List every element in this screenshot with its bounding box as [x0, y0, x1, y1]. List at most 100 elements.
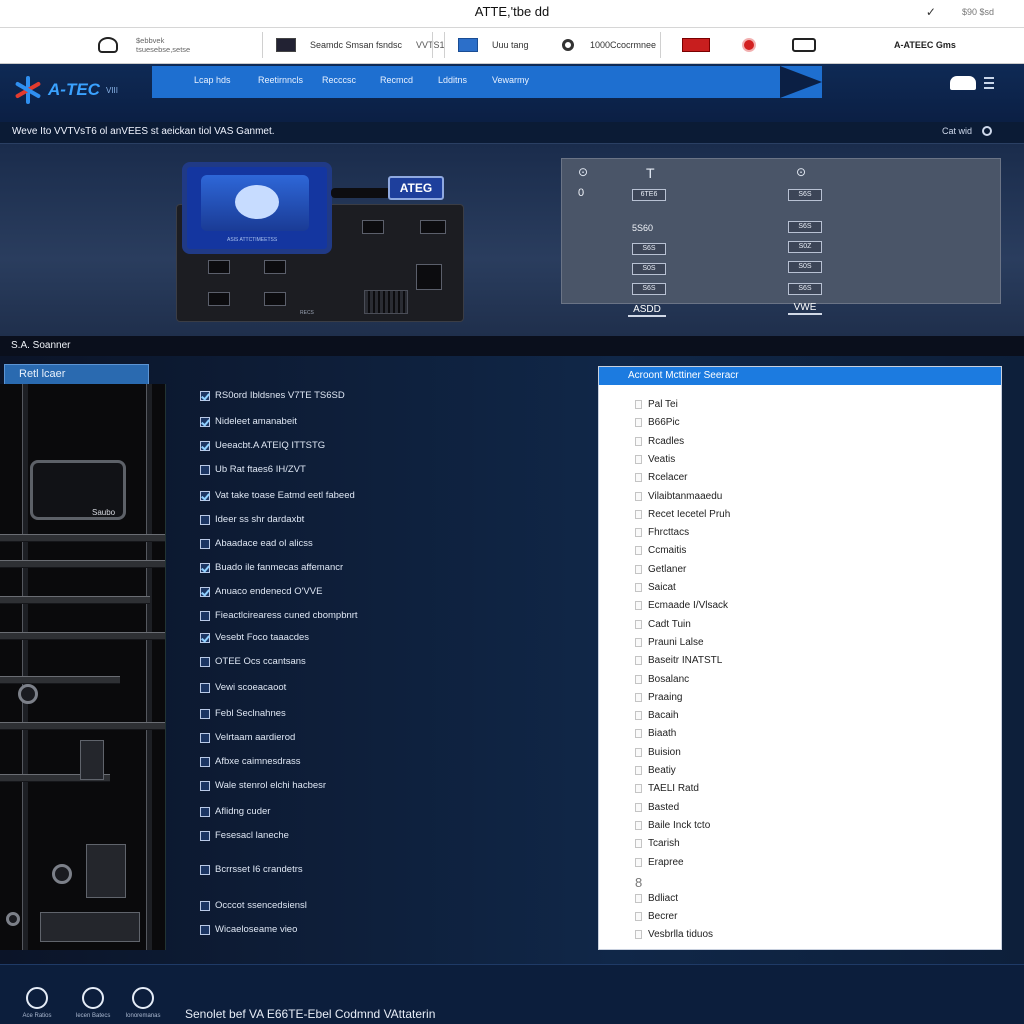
sorter-item[interactable]: B66Pic: [635, 417, 680, 428]
sorter-item[interactable]: Baseitr INATSTL: [635, 655, 722, 666]
search-icon[interactable]: [982, 126, 992, 136]
filter-checkbox[interactable]: [200, 514, 210, 525]
sorter-checkbox[interactable]: [635, 674, 642, 684]
filter-checkbox[interactable]: [200, 780, 210, 791]
sorter-checkbox[interactable]: [635, 820, 642, 830]
sorter-item[interactable]: Rcelacer: [635, 472, 687, 483]
filter-item[interactable]: Occcot ssencedsiensl: [200, 900, 307, 911]
account-area[interactable]: $ebbvek tsuesebse,setse: [98, 28, 190, 62]
sorter-checkbox[interactable]: [635, 729, 642, 739]
sorter-checkbox[interactable]: [635, 656, 642, 666]
sorter-checkbox[interactable]: [635, 747, 642, 757]
spec-button-left[interactable]: ASDD: [628, 304, 666, 317]
sorter-checkbox[interactable]: [635, 766, 642, 775]
info-icon[interactable]: ⊙: [578, 165, 588, 179]
sorter-checkbox[interactable]: [635, 583, 642, 592]
filter-checkbox[interactable]: [200, 610, 210, 621]
sorter-item[interactable]: Rcadles: [635, 436, 684, 447]
filter-checkbox[interactable]: [200, 538, 210, 549]
nav-item-3[interactable]: Recccsc: [322, 75, 356, 85]
sorter-checkbox[interactable]: [635, 528, 642, 538]
sorter-item[interactable]: Erapree: [635, 857, 684, 868]
sorter-checkbox[interactable]: [635, 418, 642, 428]
filter-checkbox[interactable]: [200, 632, 210, 643]
help-icon[interactable]: [26, 987, 48, 1009]
sorter-checkbox[interactable]: [635, 473, 642, 483]
filter-item[interactable]: Vat take toase Eatmd eetl fabeed: [200, 490, 355, 501]
sorter-item[interactable]: Cadt Tuin: [635, 619, 691, 630]
filter-checkbox[interactable]: [200, 440, 210, 451]
sorter-item[interactable]: Bosalanc: [635, 674, 689, 685]
filter-item[interactable]: OTEE Ocs ccantsans: [200, 656, 306, 667]
sorter-item[interactable]: Fhrcttacs: [635, 527, 689, 538]
sorter-checkbox[interactable]: [635, 601, 642, 611]
filter-checkbox[interactable]: [200, 806, 210, 817]
filter-checkbox[interactable]: [200, 756, 210, 767]
filter-checkbox[interactable]: [200, 900, 210, 911]
user-icon[interactable]: [98, 37, 118, 53]
sorter-checkbox[interactable]: [635, 454, 642, 464]
sorter-item[interactable]: Recet Iecetel Pruh: [635, 509, 730, 520]
filter-item[interactable]: Ub Rat ftaes6 IH/ZVT: [200, 464, 306, 475]
filter-item[interactable]: Nideleet amanabeit: [200, 416, 297, 427]
menu-icon[interactable]: [984, 77, 994, 89]
filter-checkbox[interactable]: [200, 416, 210, 427]
sorter-checkbox[interactable]: [635, 619, 642, 629]
sorter-item[interactable]: Praaing: [635, 692, 682, 703]
filter-item[interactable]: Abaadace ead ol alicss: [200, 538, 313, 549]
count-area[interactable]: 1000Ccocrmnee: [562, 28, 656, 62]
filter-item[interactable]: Vesebt Foco taaacdes: [200, 632, 309, 643]
sorter-checkbox[interactable]: [635, 637, 642, 647]
filter-tab[interactable]: Retl lcaer: [4, 364, 149, 386]
sorter-checkbox[interactable]: [635, 802, 642, 812]
filter-checkbox[interactable]: [200, 732, 210, 743]
filter-item[interactable]: Aflidng cuder: [200, 806, 270, 817]
sorter-item[interactable]: Beatiy: [635, 765, 676, 776]
sorter-item[interactable]: Prauni Lalse: [635, 637, 704, 648]
sorter-item[interactable]: TAELI Ratd: [635, 783, 699, 794]
nav-item-2[interactable]: Reetirnncls: [258, 75, 303, 85]
filter-item[interactable]: Buado ile fanmecas affemancr: [200, 562, 343, 573]
search-input[interactable]: VVTS1: [416, 40, 445, 50]
sorter-item[interactable]: Ecmaade I/Vlsack: [635, 600, 728, 611]
check-icon[interactable]: ✓: [926, 5, 936, 19]
sorter-checkbox[interactable]: [635, 893, 642, 903]
nav-item-6[interactable]: Vewarmy: [492, 75, 529, 85]
swirl-icon[interactable]: [82, 987, 104, 1009]
filter-checkbox[interactable]: [200, 390, 210, 401]
nav-item-4[interactable]: Recmcd: [380, 75, 413, 85]
sorter-item[interactable]: Tcarish: [635, 838, 680, 849]
sorter-checkbox[interactable]: [635, 711, 642, 721]
gear-icon[interactable]: [562, 39, 574, 51]
filter-checkbox[interactable]: [200, 562, 210, 573]
filter-item[interactable]: Febl Seclnahnes: [200, 708, 286, 719]
sorter-item[interactable]: Bdliact: [635, 893, 678, 904]
filter-item[interactable]: Vewi scoeacaoot: [200, 682, 286, 693]
sorter-checkbox[interactable]: [635, 400, 642, 409]
filter-checkbox[interactable]: [200, 708, 210, 719]
filter-checkbox[interactable]: [200, 864, 210, 875]
sorter-checkbox[interactable]: [635, 436, 642, 446]
sorter-checkbox[interactable]: [635, 784, 642, 794]
info-icon[interactable]: [132, 987, 154, 1009]
spec-button-right[interactable]: VWE: [788, 302, 822, 315]
filter-item[interactable]: Velrtaam aardierod: [200, 732, 295, 743]
sorter-item[interactable]: Getlaner: [635, 564, 686, 575]
nav-item-1[interactable]: Lcap hds: [194, 75, 231, 85]
filter-item[interactable]: Afbxe caimnesdrass: [200, 756, 301, 767]
sorter-item[interactable]: Saicat: [635, 582, 676, 593]
sorter-item[interactable]: Basted: [635, 802, 679, 813]
filter-item[interactable]: RS0ord Ibldsnes V7TE TS6SD: [200, 390, 345, 401]
sorter-item[interactable]: Baile Inck tcto: [635, 820, 710, 831]
sorter-item[interactable]: Buision: [635, 747, 681, 758]
car-icon[interactable]: [950, 76, 976, 90]
filter-checkbox[interactable]: [200, 586, 210, 597]
sorter-item[interactable]: Veatis: [635, 454, 675, 465]
sorter-item[interactable]: Vilaibtanmaaedu: [635, 491, 722, 502]
filter-item[interactable]: Ueeacbt.A ATEIQ ITTSTG: [200, 440, 325, 451]
headline-right-label[interactable]: Cat wid: [942, 126, 972, 136]
sorter-checkbox[interactable]: [635, 509, 642, 519]
camera-icon[interactable]: [792, 38, 816, 52]
filter-checkbox[interactable]: [200, 924, 210, 935]
sorter-checkbox[interactable]: [635, 491, 642, 501]
